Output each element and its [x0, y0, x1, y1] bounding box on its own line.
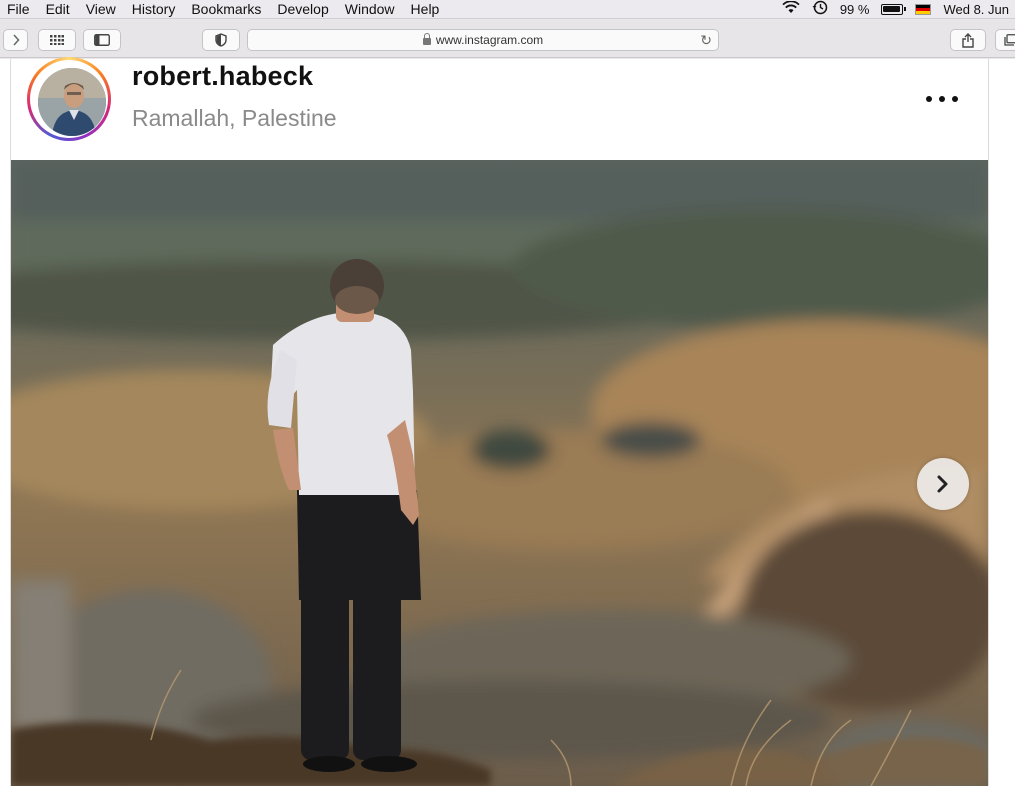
clock[interactable]: Wed 8. Jun [943, 0, 1009, 19]
grid-icon [50, 35, 64, 45]
tab-overview-button[interactable] [38, 29, 76, 51]
post-username[interactable]: robert.habeck [132, 61, 313, 92]
menu-bookmarks[interactable]: Bookmarks [183, 0, 269, 19]
story-ring[interactable] [27, 57, 111, 141]
avatar-portrait [38, 68, 106, 136]
photo-scene [11, 160, 988, 786]
post-photo[interactable] [11, 160, 988, 786]
menu-history[interactable]: History [124, 0, 184, 19]
menu-view[interactable]: View [78, 0, 124, 19]
instagram-post: robert.habeck Ramallah, Palestine [10, 57, 989, 786]
more-options-icon[interactable] [922, 87, 962, 111]
privacy-report-button[interactable] [202, 29, 240, 51]
dot [926, 96, 932, 102]
forward-icon [12, 34, 20, 46]
tabs-button[interactable] [995, 29, 1015, 51]
share-button[interactable] [950, 29, 986, 51]
browser-toolbar: www.instagram.com ↻ [0, 20, 1015, 58]
battery-icon[interactable] [881, 4, 907, 15]
sidebar-icon [94, 34, 110, 46]
page-margin [990, 59, 1015, 786]
menu-help[interactable]: Help [403, 0, 448, 19]
sidebar-button[interactable] [83, 29, 121, 51]
chevron-right-icon [937, 475, 948, 493]
share-icon [962, 32, 974, 48]
flag-de-icon[interactable] [915, 4, 932, 15]
post-header: robert.habeck Ramallah, Palestine [11, 57, 988, 160]
dot [952, 96, 958, 102]
menu-develop[interactable]: Develop [269, 0, 336, 19]
post-location[interactable]: Ramallah, Palestine [132, 105, 337, 132]
lock-icon [422, 32, 431, 45]
wifi-icon[interactable] [782, 0, 800, 19]
menu-bar: File Edit View History Bookmarks Develop… [0, 0, 1015, 19]
tabs-icon [1003, 34, 1015, 46]
address-bar[interactable]: www.instagram.com ↻ [247, 29, 719, 51]
avatar[interactable] [38, 68, 106, 136]
menu-window[interactable]: Window [337, 0, 403, 19]
privacy-shield-icon [215, 33, 227, 47]
dot [939, 96, 945, 102]
menu-file[interactable]: File [0, 0, 38, 19]
forward-button[interactable] [3, 29, 28, 51]
battery-percent: 99 % [839, 2, 870, 17]
status-area: 99 % Wed 8. Jun [782, 0, 1009, 19]
avatar-gap [30, 60, 108, 138]
url-text: www.instagram.com [435, 33, 544, 47]
menu-edit[interactable]: Edit [38, 0, 78, 19]
time-machine-icon[interactable] [812, 0, 828, 20]
next-photo-button[interactable] [917, 458, 969, 510]
reload-icon[interactable]: ↻ [700, 32, 712, 49]
web-page: robert.habeck Ramallah, Palestine [0, 57, 1015, 786]
